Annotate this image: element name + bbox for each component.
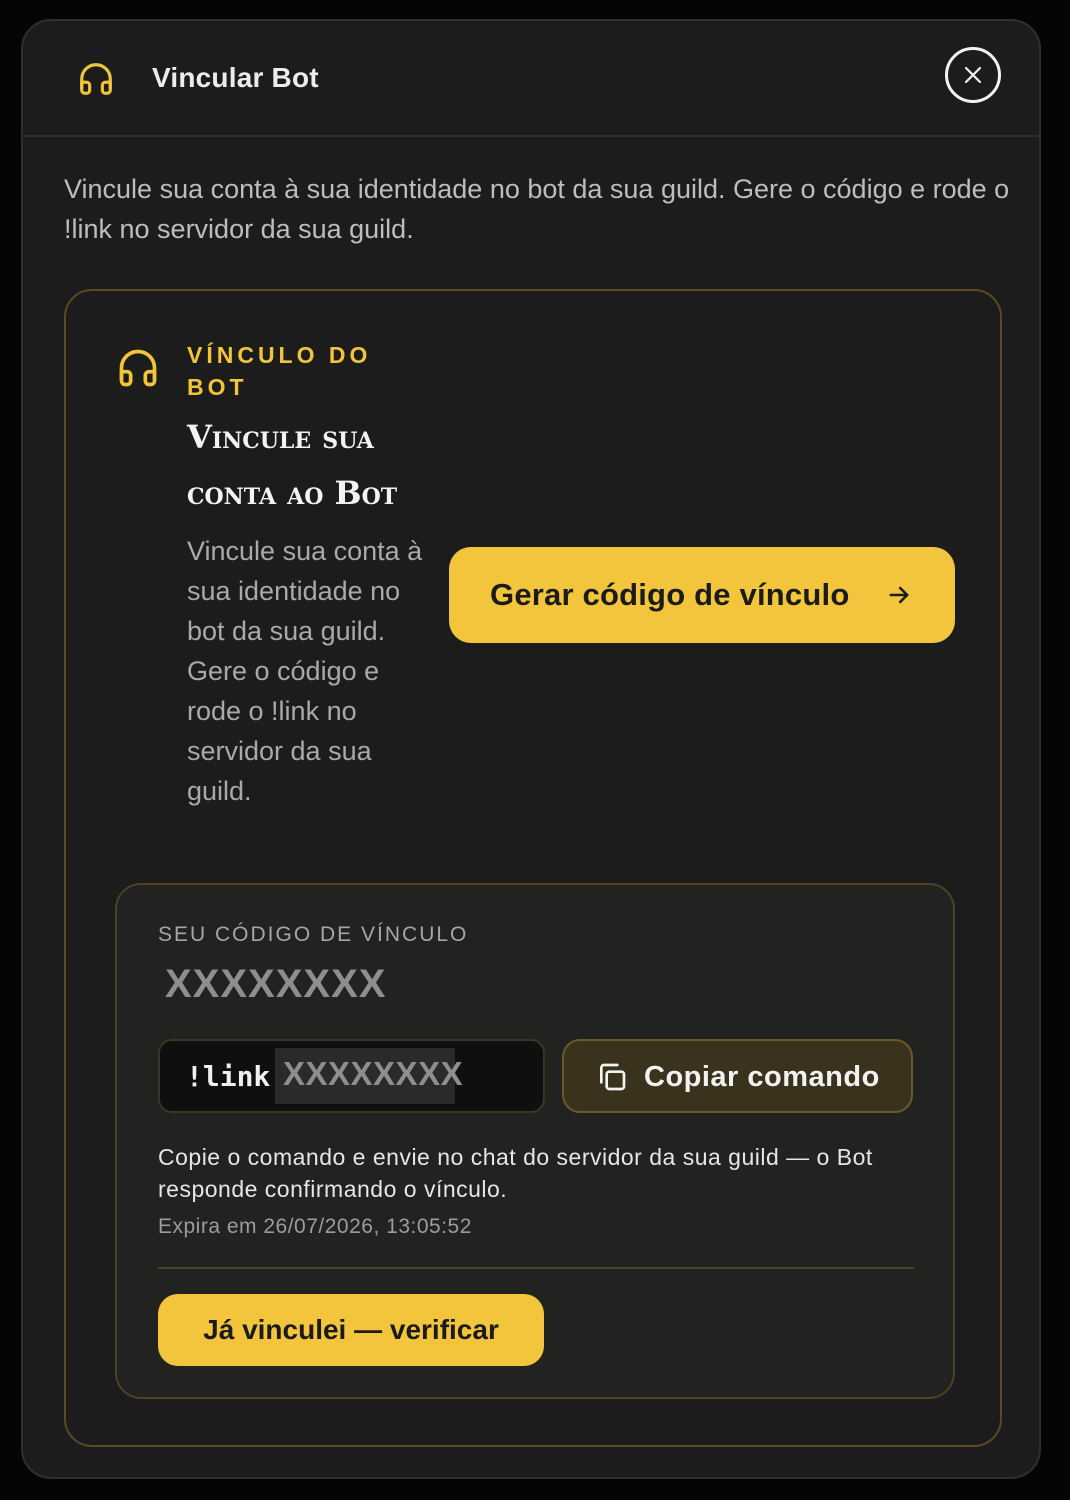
intro-text: Vincule sua conta à sua identidade no bo…: [64, 174, 1010, 244]
copy-icon: [600, 1063, 626, 1091]
verify-button[interactable]: Já vinculei — verificar: [158, 1294, 544, 1366]
code-label: SEU CÓDIGO DE VÍNCULO: [158, 923, 469, 946]
card-eyebrow: VÍNCULO DO BOT: [187, 342, 372, 400]
card-description: Vincule sua conta à sua identidade no bo…: [187, 536, 423, 806]
generate-code-label: Gerar código de vínculo: [490, 577, 850, 612]
instructions-text: Copie o comando e envie no chat do servi…: [158, 1144, 873, 1202]
command-box[interactable]: !link XXXXXXXX: [158, 1039, 545, 1113]
copy-command-label: Copiar comando: [644, 1061, 880, 1093]
divider: [158, 1267, 914, 1269]
bot-link-card: VÍNCULO DO BOT Vincule sua conta ao Bot …: [64, 289, 1002, 1447]
link-code: XXXXXXXX: [165, 962, 387, 1006]
copy-command-button[interactable]: Copiar comando: [562, 1039, 913, 1113]
generate-code-button[interactable]: Gerar código de vínculo: [449, 547, 955, 643]
arrow-right-icon: [889, 586, 909, 604]
link-code-panel: SEU CÓDIGO DE VÍNCULO XXXXXXXX !link XXX…: [115, 883, 955, 1399]
headphones-icon: [80, 63, 112, 95]
expiry-text: Expira em 26/07/2026, 13:05:52: [158, 1215, 472, 1238]
command-code: XXXXXXXX: [275, 1048, 463, 1104]
close-button[interactable]: [945, 47, 1001, 103]
card-title: Vincule sua conta ao Bot: [187, 418, 398, 512]
modal-header: Vincular Bot: [23, 21, 1039, 137]
headphones-icon: [119, 349, 157, 387]
modal-title: Vincular Bot: [152, 62, 319, 93]
command-prefix: !link: [186, 1060, 271, 1093]
link-bot-modal: Vincular Bot Vincule sua conta à sua ide…: [21, 19, 1041, 1479]
close-icon: [964, 66, 982, 84]
